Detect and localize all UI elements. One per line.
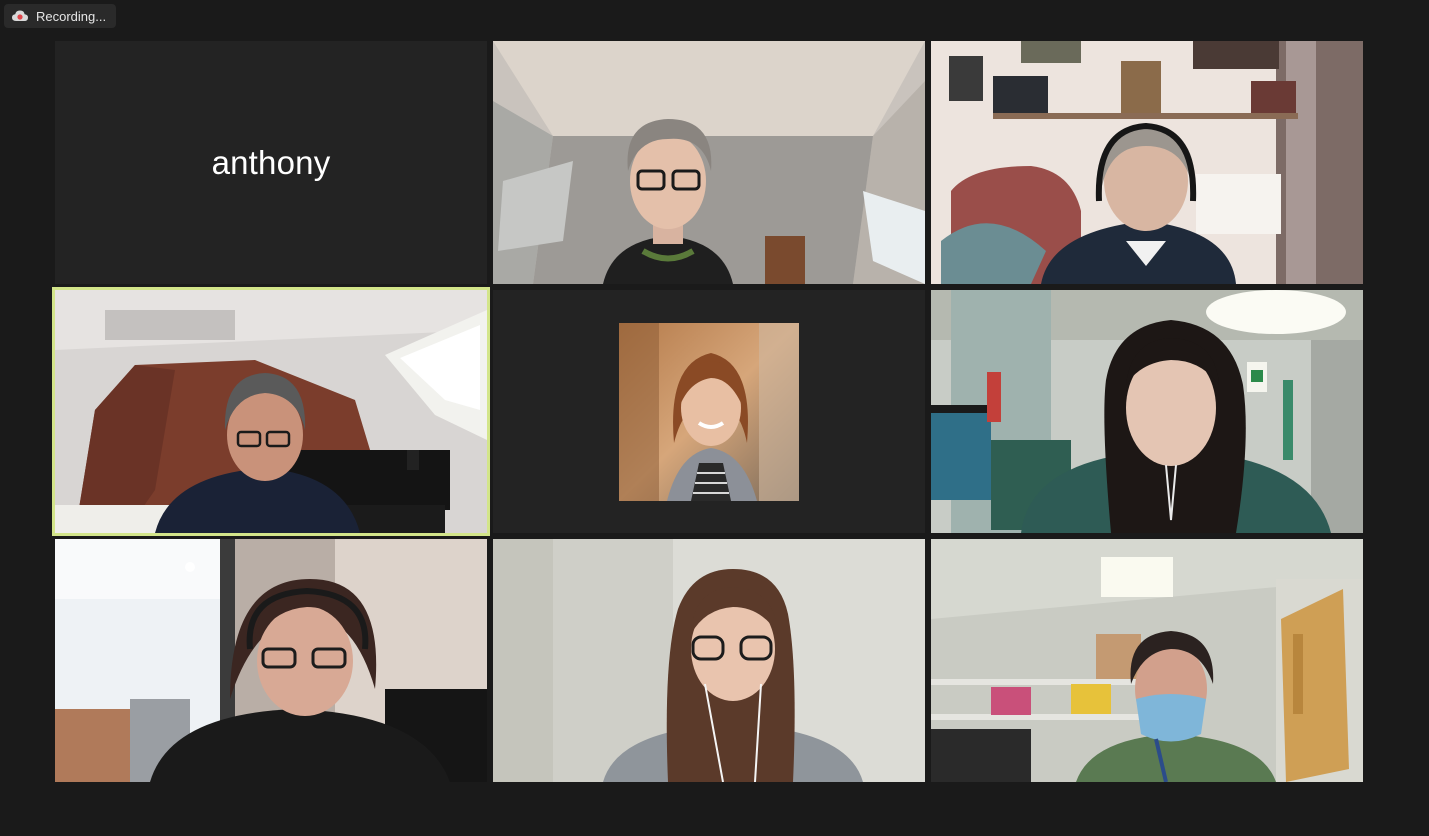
profile-picture	[619, 323, 799, 501]
participant-profile-tile[interactable]	[493, 290, 925, 533]
participant-video-tile[interactable]	[493, 539, 925, 782]
recording-indicator[interactable]: Recording...	[4, 4, 117, 28]
participant-video	[55, 539, 487, 782]
cloud-record-icon	[12, 10, 28, 21]
avatar	[619, 323, 799, 501]
participant-video	[493, 539, 925, 782]
participant-video-tile[interactable]	[493, 41, 925, 284]
recording-label: Recording...	[36, 8, 107, 24]
participant-video	[931, 290, 1363, 533]
participant-tile-anthony[interactable]: anthony	[55, 41, 487, 284]
participant-video-tile[interactable]	[931, 41, 1363, 284]
participant-video	[931, 41, 1363, 284]
participant-video	[931, 539, 1363, 782]
participant-video-tile[interactable]	[931, 539, 1363, 782]
gallery-grid: anthony	[55, 41, 1363, 782]
participant-video-tile[interactable]	[55, 539, 487, 782]
participant-video-tile[interactable]	[931, 290, 1363, 533]
participant-video	[493, 41, 925, 284]
participant-name: anthony	[211, 143, 331, 181]
participant-video-tile-active-speaker[interactable]	[55, 290, 487, 533]
participant-video	[55, 290, 487, 533]
